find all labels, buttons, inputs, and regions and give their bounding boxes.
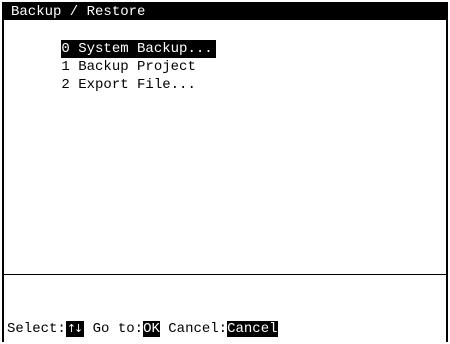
- select-label: Select:: [7, 321, 66, 337]
- goto-label: Go to:: [84, 321, 144, 337]
- divider: [4, 274, 446, 275]
- up-down-arrows-icon[interactable]: ↑↓: [65, 321, 85, 337]
- terminal-screen: Backup / Restore 0 System Backup... 1 Ba…: [2, 2, 448, 342]
- cancel-label: Cancel:: [159, 321, 228, 337]
- menu-item-system-backup[interactable]: 0 System Backup...: [4, 22, 446, 58]
- status-bar: Select:↑↓ Go to:OK Cancel:Cancel: [7, 320, 278, 338]
- menu-list: 0 System Backup... 1 Backup Project 2 Ex…: [4, 22, 446, 93]
- menu-item-label: 1 Backup Project: [61, 59, 196, 75]
- window-title: Backup / Restore: [4, 4, 446, 20]
- menu-item-label: 0 System Backup...: [61, 40, 216, 58]
- menu-item-label: 2 Export File...: [61, 77, 196, 93]
- ok-key[interactable]: OK: [143, 321, 160, 337]
- cancel-key[interactable]: Cancel: [227, 321, 278, 337]
